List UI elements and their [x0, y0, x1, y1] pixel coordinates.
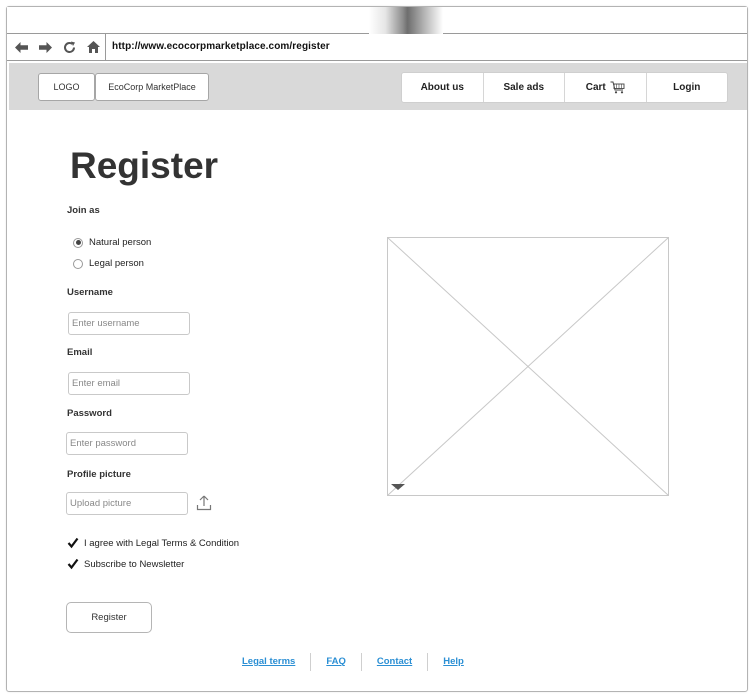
- footer-help[interactable]: Help: [428, 653, 479, 671]
- back-arrow-icon[interactable]: [13, 39, 29, 55]
- password-label: Password: [67, 408, 112, 419]
- main-nav: About us Sale ads Cart Login: [401, 72, 728, 103]
- page-title: Register: [70, 145, 219, 186]
- checkmark-icon: [67, 558, 79, 570]
- radio-button-unselected[interactable]: [73, 258, 83, 269]
- footer-legal-terms[interactable]: Legal terms: [232, 653, 312, 671]
- forward-arrow-icon[interactable]: [37, 39, 53, 55]
- radio-natural-person-label: Natural person: [89, 237, 152, 248]
- newsletter-label: Subscribe to Newsletter: [84, 558, 185, 570]
- nav-login-label: Login: [673, 82, 701, 93]
- join-as-label: Join as: [67, 205, 100, 216]
- tab-handle[interactable]: [369, 7, 443, 34]
- nav-sale-ads[interactable]: Sale ads: [484, 73, 565, 102]
- image-placeholder: [387, 237, 669, 496]
- address-bar: http://www.ecocorpmarketplace.com/regist…: [7, 34, 747, 61]
- site-header: LOGO EcoCorp MarketPlace About us Sale a…: [9, 63, 747, 110]
- nav-sale-ads-label: Sale ads: [503, 82, 545, 93]
- register-button[interactable]: Register: [66, 602, 152, 633]
- email-input[interactable]: Enter email: [68, 372, 190, 395]
- cart-icon: [610, 81, 625, 94]
- nav-cart-label: Cart: [585, 82, 606, 93]
- agree-terms-checkbox[interactable]: I agree with Legal Terms & Condition: [67, 537, 239, 549]
- logo[interactable]: LOGO: [38, 73, 95, 101]
- upload-icon[interactable]: [196, 495, 212, 511]
- tab-strip: [7, 7, 747, 34]
- address-separator: [105, 34, 106, 60]
- username-input[interactable]: Enter username: [68, 312, 190, 335]
- radio-natural-person[interactable]: Natural person: [73, 237, 151, 248]
- username-label: Username: [67, 287, 113, 298]
- footer-links: Legal terms FAQ Contact Help: [232, 653, 479, 671]
- url-field[interactable]: http://www.ecocorpmarketplace.com/regist…: [112, 41, 330, 52]
- checkmark-icon: [67, 537, 79, 549]
- newsletter-checkbox[interactable]: Subscribe to Newsletter: [67, 558, 184, 570]
- brand-name[interactable]: EcoCorp MarketPlace: [95, 73, 209, 101]
- nav-cart[interactable]: Cart: [565, 73, 647, 102]
- nav-about-us-label: About us: [420, 82, 464, 93]
- email-label: Email: [67, 347, 93, 358]
- home-icon[interactable]: [85, 39, 101, 55]
- radio-button-selected[interactable]: [73, 237, 83, 248]
- browser-window: http://www.ecocorpmarketplace.com/regist…: [6, 6, 748, 692]
- profile-picture-label: Profile picture: [67, 469, 131, 480]
- radio-legal-person-label: Legal person: [89, 258, 144, 269]
- password-input[interactable]: Enter password: [66, 432, 188, 455]
- nav-about-us[interactable]: About us: [402, 73, 484, 102]
- refresh-icon[interactable]: [61, 39, 77, 55]
- nav-login[interactable]: Login: [647, 73, 728, 102]
- agree-terms-label: I agree with Legal Terms & Condition: [84, 537, 240, 549]
- upload-picture-input[interactable]: Upload picture: [66, 492, 188, 515]
- footer-contact[interactable]: Contact: [362, 653, 429, 671]
- radio-legal-person[interactable]: Legal person: [73, 258, 144, 269]
- footer-faq[interactable]: FAQ: [311, 653, 362, 671]
